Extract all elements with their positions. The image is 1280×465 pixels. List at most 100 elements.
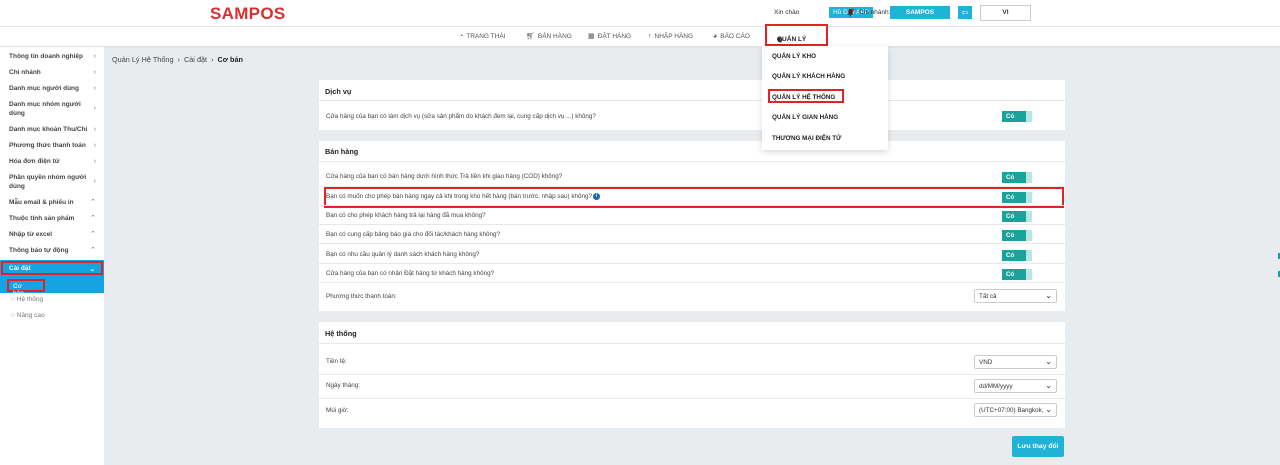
nav-nhap-hang[interactable]: ↑ NHẬP HÀNG [648, 27, 693, 47]
toggle-tra-hang[interactable]: Có [1002, 211, 1032, 222]
sidebar-item-label: Danh mục nhóm người dùng [9, 101, 81, 117]
chevron-right-icon: › [93, 158, 96, 165]
sidebar-item-label: Chi nhánh [9, 69, 41, 76]
nav-label: NHẬP HÀNG [654, 33, 694, 40]
divider [319, 263, 1065, 264]
chevron-up-icon: ⌃ [90, 215, 96, 222]
nav-bao-cao[interactable]: ◕ BÁO CÁO [713, 27, 750, 47]
setting-label: Tiền tệ: [326, 358, 347, 365]
logo[interactable]: SAMPOS [210, 4, 285, 24]
sidebar-sub-co-ban[interactable]: ○ Cơ bản [7, 279, 45, 297]
menu-item-quan-ly-khach-hang[interactable]: QUẢN LÝ KHÁCH HÀNG [772, 73, 845, 80]
toggle-cod[interactable]: Có [1002, 172, 1032, 183]
sidebar-item-chi-nhanh[interactable]: Chi nhánh › [0, 69, 104, 78]
sidebar-item-thong-tin[interactable]: Thông tin doanh nghiệp › [0, 53, 104, 62]
date-format-select[interactable]: dd/MM/yyyy ⌄ [974, 379, 1057, 393]
divider [319, 224, 1065, 225]
nav-quan-ly[interactable]: ⚙ QUẢN LÝ ▾ [765, 24, 828, 46]
chevron-right-icon: › [177, 55, 180, 64]
breadcrumb-link[interactable]: Quản Lý Hệ Thống [112, 55, 174, 64]
sidebar-item-label: Thông báo tự động [9, 247, 69, 254]
chevron-right-icon: › [93, 178, 96, 185]
calendar-icon: ▦ [588, 33, 595, 40]
panel-he-thong: Hệ thống Tiền tệ: VND ⌄ Ngày tháng: dd/MM… [319, 322, 1065, 428]
bell-icon[interactable] [846, 8, 855, 17]
breadcrumb-link[interactable]: Cài đặt [184, 55, 207, 64]
timezone-select[interactable]: (UTC+07:00) Bangkok, Hanoi, Jakarta⌄ [974, 403, 1057, 417]
nav-ban-hang[interactable]: 🛒︎ BÁN HÀNG [526, 27, 572, 47]
sidebar-item-mau-email[interactable]: Mẫu email & phiếu in ⌃ [0, 199, 104, 208]
logout-icon[interactable]: ⇦ [958, 6, 972, 19]
select-value: dd/MM/yyyy [979, 383, 1013, 390]
branch-select[interactable]: SAMPOS [890, 6, 950, 19]
chevron-right-icon: › [93, 105, 96, 112]
sidebar-item-excel[interactable]: Nhập từ excel ⌃ [0, 231, 104, 240]
circle-icon: ○ [11, 312, 15, 319]
toggle-label: Có [1006, 252, 1015, 259]
toggle-khach-hang[interactable]: Có [1002, 250, 1032, 261]
sidebar-sub-he-thong[interactable]: ○ Hệ thống [11, 296, 43, 303]
sidebar-item-cai-dat[interactable]: Cài đặt ⌄ [1, 261, 103, 275]
menu-item-quan-ly-kho[interactable]: QUẢN LÝ KHO [772, 53, 816, 60]
chevron-up-icon: ⌃ [90, 199, 96, 206]
sidebar-item-label: Nhập từ excel [9, 231, 52, 238]
sidebar-item-thuoc-tinh[interactable]: Thuộc tính sản phẩm ⌃ [0, 215, 104, 224]
highlight-box [768, 89, 844, 103]
menu-item-quan-ly-gian-hang[interactable]: QUẢN LÝ GIAN HÀNG [772, 114, 838, 121]
chevron-up-icon: ⌃ [90, 247, 96, 254]
setting-label: Cửa hàng của bạn có bán hàng dưới hình t… [326, 173, 563, 180]
setting-label: Bạn có nhu cầu quản lý danh sách khách h… [326, 251, 480, 258]
setting-label: Cửa hàng của bạn có nhận Đặt hàng từ khá… [326, 270, 495, 277]
setting-label: Phương thức thanh toán: [326, 293, 397, 300]
sidebar-item-label: Phân quyền nhóm người dùng [9, 174, 87, 190]
select-value: Tất cả [979, 293, 997, 300]
chevron-right-icon: › [93, 69, 96, 76]
chevron-down-icon: ⌄ [1045, 405, 1052, 414]
payment-method-select[interactable]: Tất cả ⌄ [974, 289, 1057, 303]
panel-dich-vu: Dịch vụ Cửa hàng của bạn có làm dịch vụ … [319, 80, 1065, 130]
toggle-label: Có [1006, 113, 1015, 120]
sidebar-item-label: Thông tin doanh nghiệp [9, 53, 84, 60]
menu-item-thuong-mai-dien-tu[interactable]: THƯƠNG MẠI ĐIỆN TỬ [772, 135, 841, 142]
chevron-right-icon: › [93, 85, 96, 92]
sidebar-item-label: Danh mục người dùng [9, 85, 79, 92]
toggle-bao-gia[interactable]: Có [1002, 230, 1032, 241]
panel-title: Bán hàng [325, 147, 359, 156]
setting-label: Múi giờ: [326, 407, 349, 414]
sidebar-item-label: Phương thức thanh toán [9, 142, 86, 149]
sidebar-item-thu-chi[interactable]: Danh mục khoản Thu/Chi › [0, 126, 104, 135]
sidebar-sub-label: Nâng cao [16, 312, 45, 319]
chevron-down-icon: ⌄ [89, 266, 95, 273]
divider [319, 100, 1065, 101]
chevron-down-icon: ⌄ [1045, 291, 1052, 300]
sidebar-item-nhom-nguoi-dung[interactable]: Danh mục nhóm người dùng › [0, 101, 104, 118]
breadcrumb-current: Cơ bản [217, 55, 243, 64]
toggle-dich-vu[interactable]: Có [1002, 111, 1032, 122]
sidebar-item-nguoi-dung[interactable]: Danh mục người dùng › [0, 85, 104, 94]
sidebar-item-hoa-don[interactable]: Hóa đơn điện tử › [0, 158, 104, 167]
chevron-right-icon: › [93, 126, 96, 133]
sidebar-item-phan-quyen[interactable]: Phân quyền nhóm người dùng › [0, 174, 104, 191]
sidebar-item-thong-bao[interactable]: Thông báo tự động ⌃ [0, 247, 104, 256]
select-value: (UTC+07:00) Bangkok, Hanoi, Jakarta [979, 407, 1043, 414]
gauge-icon: ◔ [459, 33, 464, 40]
sidebar-item-label: Thuộc tính sản phẩm [9, 215, 75, 222]
nav-trang-thai[interactable]: ◔ TRẠNG THÁI [459, 27, 505, 47]
setting-label: Cửa hàng của bạn có làm dịch vụ (sửa sản… [326, 113, 596, 120]
currency-select[interactable]: VND ⌄ [974, 355, 1057, 369]
chevron-right-icon: › [93, 142, 96, 149]
save-button[interactable]: Lưu thay đổi [1012, 436, 1064, 457]
sidebar-sub-nang-cao[interactable]: ○ Nâng cao [11, 312, 45, 319]
breadcrumb: Quản Lý Hệ Thống › Cài đặt › Cơ bản [112, 55, 243, 64]
language-select[interactable]: VI [980, 5, 1031, 21]
arrow-up-icon: ↑ [648, 33, 652, 40]
toggle-label: Có [1006, 174, 1015, 181]
nav-dat-hang[interactable]: ▦ ĐẶT HÀNG [588, 27, 631, 47]
sidebar-item-label: Danh mục khoản Thu/Chi [9, 126, 88, 133]
sidebar-item-label: Mẫu email & phiếu in [9, 199, 74, 206]
greeting-label: Xin chào [774, 9, 800, 16]
toggle-dat-hang[interactable]: Có [1002, 269, 1032, 280]
sidebar-sub-label: Hệ thống [16, 296, 44, 303]
sidebar-item-thanh-toan[interactable]: Phương thức thanh toán › [0, 142, 104, 151]
sidebar: Thông tin doanh nghiệp › Chi nhánh › Danh … [0, 47, 104, 465]
